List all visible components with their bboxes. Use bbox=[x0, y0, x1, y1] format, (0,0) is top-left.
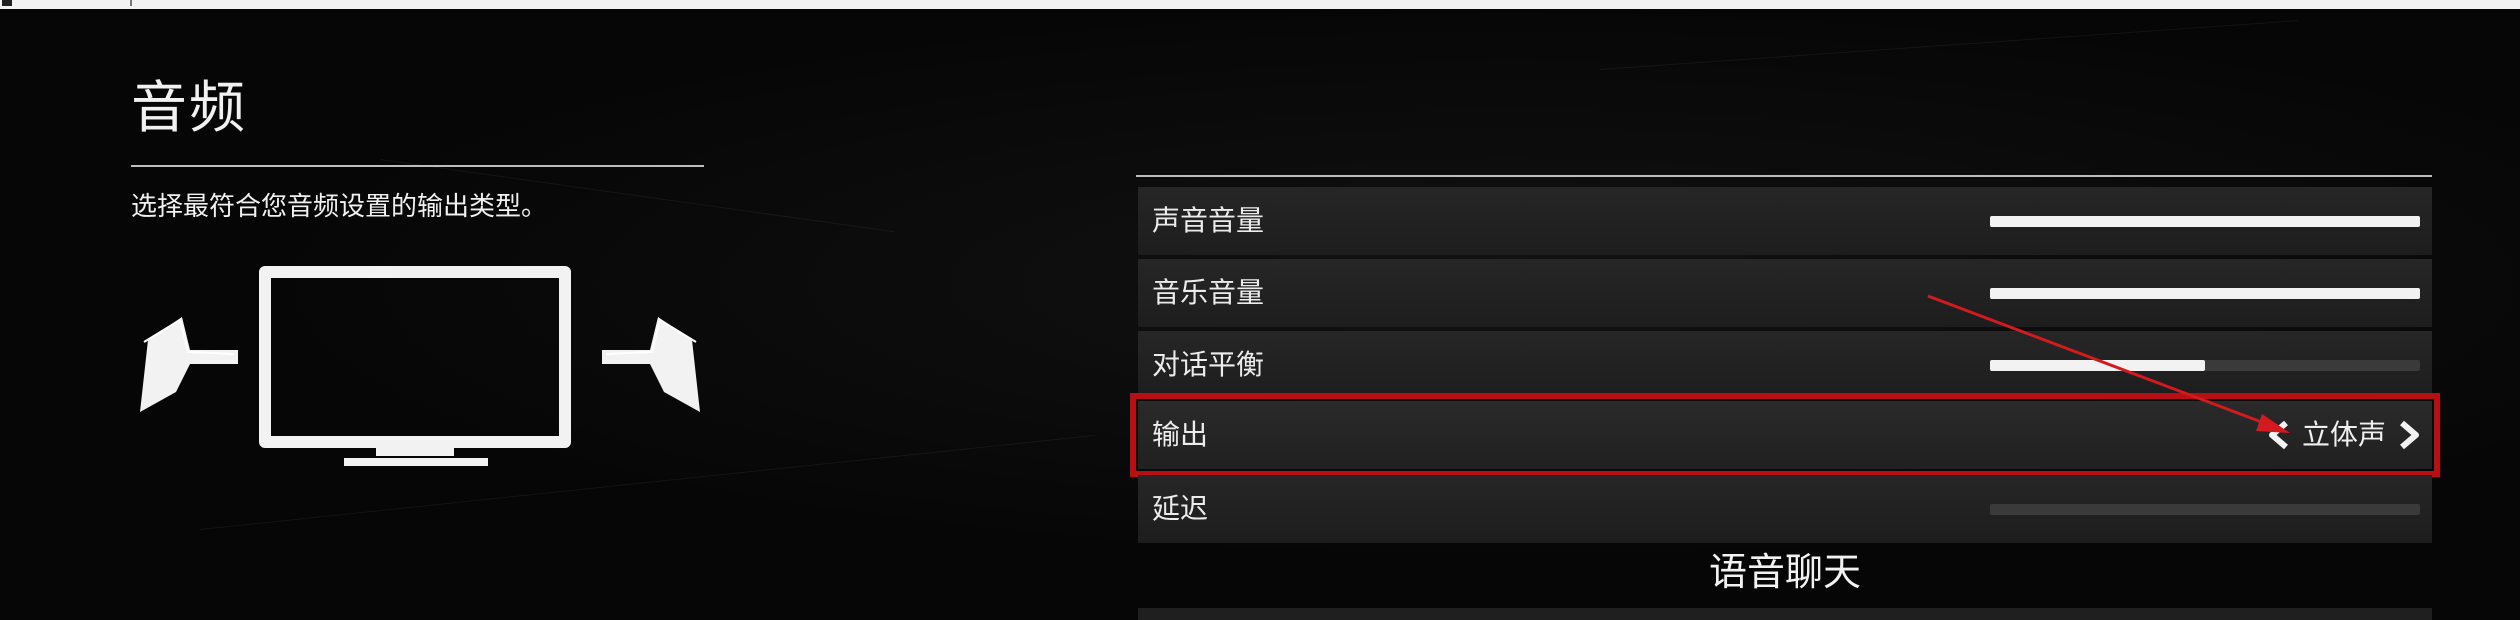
latency-slider[interactable] bbox=[1990, 504, 2420, 515]
window-top-bar bbox=[0, 0, 2520, 9]
slider-fill bbox=[1990, 216, 2420, 227]
setting-row-music-volume[interactable]: 音乐音量 bbox=[1138, 259, 2432, 327]
setting-row-dialogue-balance[interactable]: 对话平衡 bbox=[1138, 331, 2432, 399]
slider-fill bbox=[1990, 360, 2205, 371]
chevron-left-icon[interactable] bbox=[2266, 420, 2292, 450]
setting-row-latency[interactable]: 延迟 bbox=[1138, 475, 2432, 543]
page-title: 音频 bbox=[131, 76, 247, 141]
dialogue-balance-slider[interactable] bbox=[1990, 360, 2420, 371]
monitor-icon bbox=[259, 266, 571, 466]
setting-label: 输出 bbox=[1152, 418, 1209, 451]
next-setting-row[interactable] bbox=[1138, 608, 2432, 620]
setting-row-output[interactable]: 输出 立体声 bbox=[1130, 393, 2440, 477]
page-description: 选择最符合您音频设置的输出类型。 bbox=[131, 192, 548, 222]
output-selector[interactable]: 立体声 bbox=[2266, 401, 2422, 469]
music-volume-slider[interactable] bbox=[1990, 288, 2420, 299]
setting-label: 声音音量 bbox=[1152, 204, 1265, 237]
voice-chat-heading: 语音聊天 bbox=[1708, 550, 1861, 594]
setting-label: 对话平衡 bbox=[1152, 348, 1265, 381]
stereo-output-illustration bbox=[140, 266, 700, 466]
speaker-right-icon bbox=[602, 317, 700, 412]
output-value: 立体声 bbox=[2301, 418, 2386, 451]
title-divider bbox=[131, 165, 704, 167]
settings-list-divider bbox=[1136, 175, 2432, 177]
setting-label: 延迟 bbox=[1152, 492, 1209, 525]
setting-row-sound-volume[interactable]: 声音音量 bbox=[1138, 187, 2432, 255]
speaker-left-icon bbox=[140, 317, 238, 412]
sound-volume-slider[interactable] bbox=[1990, 216, 2420, 227]
title-separator bbox=[130, 0, 132, 6]
slider-fill bbox=[1990, 288, 2420, 299]
chevron-right-icon[interactable] bbox=[2396, 420, 2422, 450]
background-scratch bbox=[1599, 20, 2299, 70]
setting-label: 音乐音量 bbox=[1152, 276, 1265, 309]
window-icon bbox=[2, 0, 12, 6]
